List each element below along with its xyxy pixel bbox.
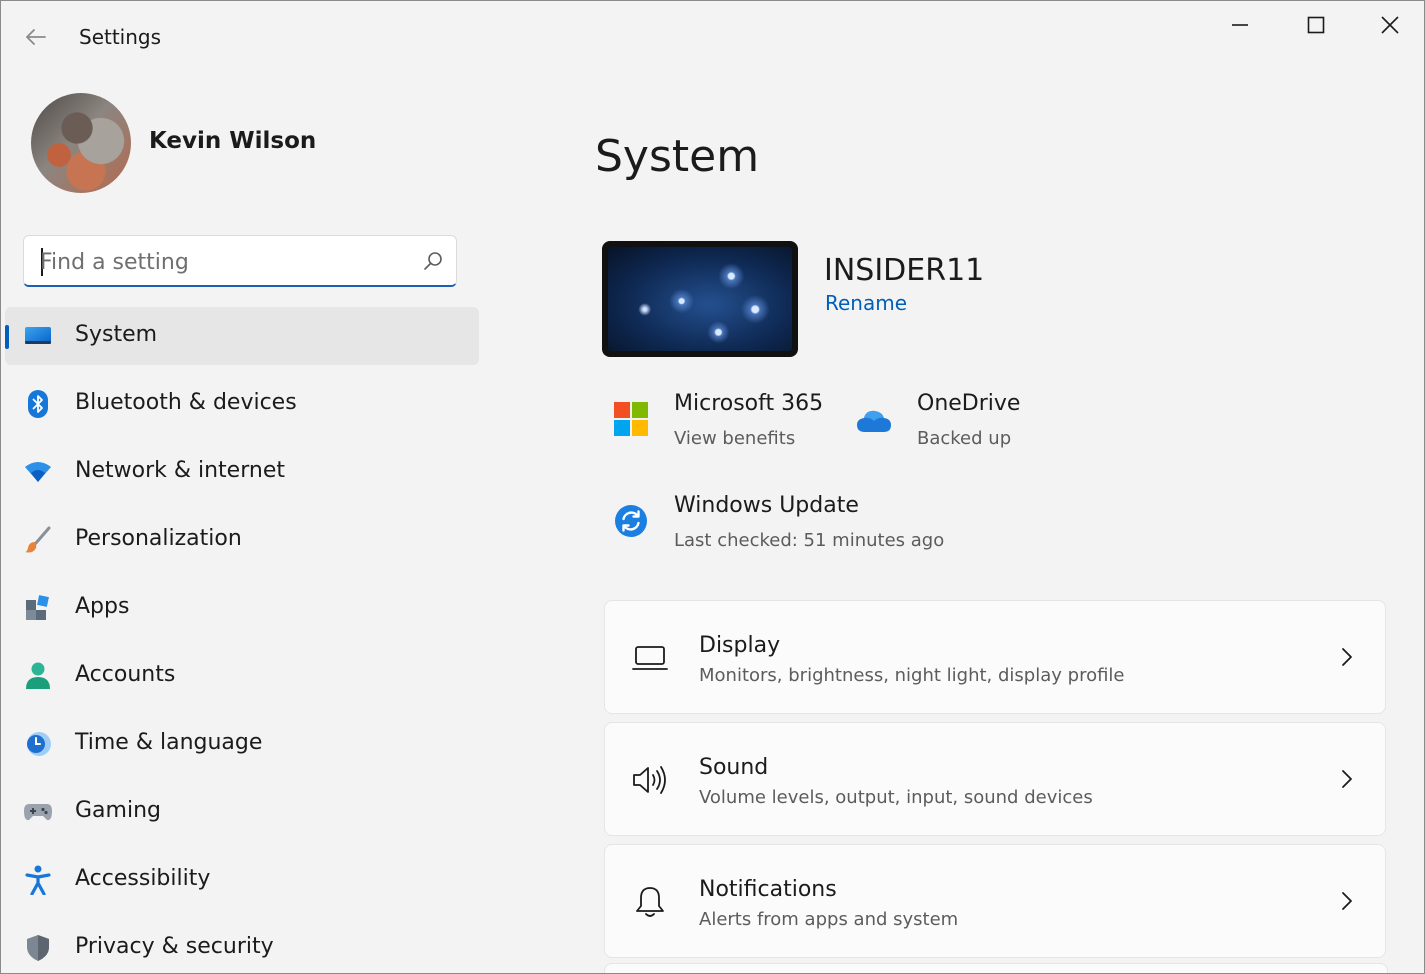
sidebar-item-label: Gaming	[75, 798, 161, 823]
shield-icon	[23, 933, 53, 963]
maximize-icon	[1307, 16, 1325, 34]
gamepad-icon	[23, 797, 53, 827]
sidebar-item-accessibility[interactable]: Accessibility	[5, 851, 479, 909]
microsoft-365-title[interactable]: Microsoft 365	[674, 391, 823, 416]
sidebar-item-label: System	[75, 322, 158, 347]
onedrive-icon[interactable]	[856, 403, 892, 439]
sidebar-item-time-language[interactable]: Time & language	[5, 715, 479, 773]
sound-card[interactable]: Sound Volume levels, output, input, soun…	[604, 722, 1386, 836]
laptop-icon	[631, 639, 669, 677]
onedrive-subtitle: Backed up	[917, 428, 1012, 449]
windows-update-title[interactable]: Windows Update	[674, 493, 859, 518]
card-subtitle: Alerts from apps and system	[699, 909, 959, 930]
card-subtitle: Monitors, brightness, night light, displ…	[699, 665, 1125, 686]
minimize-button[interactable]	[1217, 9, 1263, 41]
search-input[interactable]	[38, 245, 412, 279]
sidebar-item-label: Privacy & security	[75, 934, 274, 959]
sidebar-item-network[interactable]: Network & internet	[5, 443, 479, 501]
back-arrow-icon	[26, 29, 46, 45]
chevron-right-icon	[1342, 770, 1352, 788]
sidebar-item-label: Network & internet	[75, 458, 285, 483]
person-icon	[23, 661, 53, 691]
wallpaper-image	[608, 247, 792, 351]
search-icon[interactable]	[422, 250, 444, 272]
close-button[interactable]	[1367, 9, 1413, 41]
bell-icon	[631, 883, 669, 921]
monitor-icon	[23, 321, 53, 351]
accessibility-icon	[23, 865, 53, 895]
sidebar-item-apps[interactable]: Apps	[5, 579, 479, 637]
windows-update-icon[interactable]	[613, 503, 649, 539]
sidebar-item-gaming[interactable]: Gaming	[5, 783, 479, 841]
onedrive-title[interactable]: OneDrive	[917, 391, 1020, 416]
page-title: System	[595, 131, 760, 182]
card-subtitle: Volume levels, output, input, sound devi…	[699, 787, 1093, 808]
display-card[interactable]: Display Monitors, brightness, night ligh…	[604, 600, 1386, 714]
card-title: Notifications	[699, 877, 837, 902]
sidebar-item-personalization[interactable]: Personalization	[5, 511, 479, 569]
settings-window: Settings Kevin Wilson Find a setting Sys…	[0, 0, 1425, 974]
chevron-right-icon	[1342, 892, 1352, 910]
back-button[interactable]	[21, 23, 51, 51]
microsoft-365-subtitle: View benefits	[674, 428, 796, 449]
sidebar-item-label: Personalization	[75, 526, 242, 551]
sidebar-item-bluetooth[interactable]: Bluetooth & devices	[5, 375, 479, 433]
card-title: Display	[699, 633, 781, 658]
search-box[interactable]	[23, 235, 457, 287]
speaker-icon	[631, 761, 669, 799]
sidebar-item-label: Accounts	[75, 662, 176, 687]
device-name: INSIDER11	[824, 253, 985, 288]
notifications-card[interactable]: Notifications Alerts from apps and syste…	[604, 844, 1386, 958]
chevron-right-icon	[1342, 648, 1352, 666]
title-bar: Settings	[1, 1, 1424, 71]
sidebar-item-privacy[interactable]: Privacy & security	[5, 919, 479, 973]
sidebar-item-system[interactable]: System	[5, 307, 479, 365]
sidebar-nav: System Bluetooth & devices Network & int…	[5, 307, 479, 973]
card-title: Sound	[699, 755, 769, 780]
sidebar-item-label: Apps	[75, 594, 130, 619]
next-card-partial[interactable]	[604, 963, 1388, 973]
minimize-icon	[1232, 24, 1248, 26]
user-name: Kevin Wilson	[149, 128, 317, 154]
sidebar-item-accounts[interactable]: Accounts	[5, 647, 479, 705]
avatar[interactable]	[31, 93, 131, 193]
sidebar-item-label: Bluetooth & devices	[75, 390, 297, 415]
maximize-button[interactable]	[1293, 9, 1339, 41]
clock-globe-icon	[23, 729, 53, 759]
windows-update-subtitle: Last checked: 51 minutes ago	[674, 530, 945, 551]
paintbrush-icon	[23, 525, 53, 555]
sidebar-item-label: Accessibility	[75, 866, 211, 891]
microsoft-365-icon[interactable]	[613, 401, 649, 437]
device-wallpaper-thumbnail	[602, 241, 798, 357]
close-icon	[1381, 16, 1399, 34]
app-title: Settings	[79, 25, 162, 49]
apps-icon	[23, 593, 53, 623]
rename-link[interactable]: Rename	[825, 291, 907, 315]
sidebar-item-label: Time & language	[75, 730, 263, 755]
bluetooth-icon	[23, 389, 53, 419]
wifi-icon	[23, 457, 53, 487]
